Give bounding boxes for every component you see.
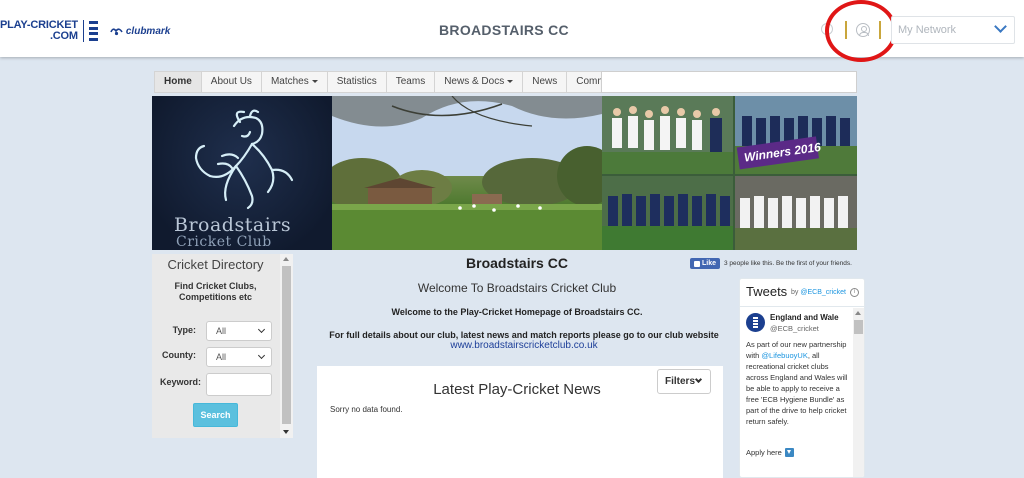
cricket-ground-photo (332, 96, 602, 250)
filters-button[interactable]: Filters (657, 369, 711, 394)
nav-item-label: Matches (270, 76, 309, 87)
ground-scene (332, 96, 602, 250)
club-logo-image: Broadstairs Cricket Club (152, 96, 332, 250)
chevron-down-icon (994, 20, 1007, 33)
tweet-author-handle[interactable]: @ECB_cricket (770, 324, 819, 333)
banner-logo-text: Broadstairs (174, 214, 292, 236)
thumbs-up-icon (694, 260, 700, 267)
team-photos-collage: Winners 2016 (602, 96, 857, 250)
tweets-divider (740, 306, 864, 307)
twitter-timeline: Tweets by @ECB_cricket i England and Wal… (739, 278, 865, 478)
nav-item-label: Home (164, 76, 192, 87)
directory-title: Cricket Directory (167, 257, 264, 272)
nav-item-news[interactable]: News (523, 72, 568, 92)
info-icon[interactable]: i (850, 288, 859, 297)
site-title: BROADSTAIRS CC (439, 22, 569, 38)
cricket-directory-panel: Cricket Directory Find Cricket Clubs, Co… (152, 254, 293, 438)
nav-item-label: Statistics (336, 76, 377, 87)
scroll-thumb[interactable] (854, 320, 863, 334)
county-label: County: (162, 350, 196, 360)
brand-divider (82, 20, 84, 42)
welcome-text: Welcome to the Play-Cricket Homepage of … (391, 307, 643, 317)
nav-search-input[interactable] (601, 71, 857, 93)
tweet-text-part: , all recreational cricket clubs across … (746, 351, 848, 426)
club-website-link[interactable]: www.broadstairscricketclub.co.uk (330, 340, 718, 351)
down-arrow-icon (784, 448, 794, 457)
club-name-heading: Broadstairs CC (466, 255, 568, 271)
teams-collage: Winners 2016 (602, 96, 857, 250)
brand-wordmark: PLAY-CRICKET .COM (0, 20, 78, 42)
facebook-like-button[interactable]: Like (690, 258, 721, 269)
nav-item-label: News & Docs (444, 76, 505, 87)
highlight-circle (825, 0, 897, 62)
top-header: PLAY-CRICKET .COM clubmark BROADSTAIRS C… (0, 0, 1024, 62)
type-select-value: All (216, 326, 227, 336)
tweets-by-prefix: by (791, 289, 799, 296)
clubmark-text: clubmark (125, 25, 171, 37)
my-network-dropdown[interactable]: My Network (891, 16, 1015, 44)
type-label: Type: (172, 325, 196, 335)
caret-down-icon (311, 79, 318, 83)
keyword-label: Keyword: (160, 377, 202, 387)
like-label: Like (702, 260, 717, 267)
nav-item-matches[interactable]: Matches (262, 72, 328, 92)
nav-item-home[interactable]: Home (155, 72, 202, 92)
county-select[interactable]: All (206, 347, 272, 367)
chevron-down-icon (694, 375, 703, 384)
nav-item-label: News (532, 76, 558, 87)
club-details-text: For full details about our club, latest … (329, 330, 719, 340)
caret-down-icon (507, 79, 514, 83)
main-nav: Home About Us Matches Statistics Teams News &… (154, 71, 647, 93)
scroll-up-icon[interactable] (855, 311, 861, 315)
clubmark-logo[interactable]: clubmark (110, 26, 170, 37)
my-network-label: My Network (898, 24, 957, 36)
nav-item-about-us[interactable]: About Us (202, 72, 262, 92)
tweet-apply-line: Apply here (746, 448, 794, 457)
news-empty-message: Sorry no data found. (330, 405, 403, 414)
play-cricket-logo[interactable]: PLAY-CRICKET .COM clubmark (0, 18, 170, 44)
facebook-like-count: 3 people like this. Be the first of your… (724, 260, 852, 267)
club-banner: Broadstairs Cricket Club Winners 2016 (152, 96, 857, 250)
tweets-by-handle[interactable]: @ECB_cricket (800, 289, 846, 296)
nav-item-statistics[interactable]: Statistics (328, 72, 387, 92)
scroll-thumb[interactable] (282, 266, 291, 424)
county-select-value: All (216, 352, 227, 362)
ecb-logo-icon (88, 21, 98, 41)
avatar[interactable] (746, 313, 765, 332)
scroll-down-icon[interactable] (283, 430, 289, 434)
search-button[interactable]: Search (193, 403, 238, 427)
directory-scrollbar[interactable] (280, 254, 293, 438)
nav-item-label: Teams (395, 76, 426, 87)
keyword-input[interactable] (206, 373, 272, 396)
type-select[interactable]: All (206, 321, 272, 341)
nav-item-label: About Us (210, 76, 252, 87)
nav-item-teams[interactable]: Teams (387, 72, 436, 92)
nav-item-news-docs[interactable]: News & Docs (435, 72, 524, 92)
tweet-author-name[interactable]: England and Wale (770, 313, 839, 322)
horse-emblem-icon (194, 109, 294, 210)
chevron-down-icon (257, 351, 266, 360)
filters-label: Filters (665, 376, 696, 387)
tweets-heading: Tweets (746, 284, 788, 299)
clubmark-icon (110, 28, 123, 36)
welcome-heading: Welcome To Broadstairs Cricket Club (417, 281, 617, 295)
tweet-apply-text: Apply here (746, 448, 782, 457)
banner-logo-subtext: Cricket Club (176, 234, 272, 250)
directory-subtitle: Find Cricket Clubs, Competitions etc (174, 281, 257, 302)
tweet-mention-link[interactable]: @LifebuoyUK (761, 351, 807, 360)
tweet-text: As part of our new partnership with @Lif… (746, 339, 852, 427)
tweets-by: by @ECB_cricket (791, 289, 846, 296)
latest-news-panel: Latest Play-Cricket News Filters Sorry n… (317, 366, 723, 478)
scroll-up-icon[interactable] (283, 257, 289, 261)
tweets-scrollbar[interactable] (853, 308, 864, 477)
chevron-down-icon (257, 325, 266, 334)
brand-line-2: .COM (49, 30, 78, 42)
facebook-like-widget: Like 3 people like this. Be the first of… (690, 258, 852, 269)
